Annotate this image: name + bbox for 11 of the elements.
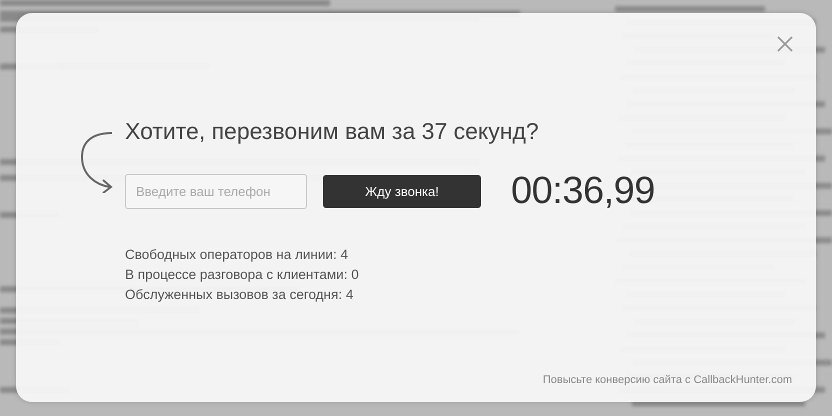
phone-input[interactable]: Введите ваш телефон	[125, 174, 307, 209]
callback-button[interactable]: Жду звонка!	[323, 175, 481, 208]
stat-line: Обслуженных вызовов за сегодня: 4	[125, 286, 354, 304]
stat-line: В процессе разговора с клиентами: 0	[125, 266, 360, 284]
countdown-timer: 00:36,99	[511, 170, 655, 213]
headline: Хотите, перезвоним вам за 37 секунд?	[125, 117, 540, 145]
close-button[interactable]	[776, 35, 794, 53]
stat-line: Свободных операторов на линии: 4	[125, 246, 349, 264]
close-icon	[776, 35, 794, 53]
curved-arrow-icon	[78, 131, 114, 193]
promo-text: Повысьте конверсию сайта с CallbackHunter.com	[542, 374, 792, 386]
